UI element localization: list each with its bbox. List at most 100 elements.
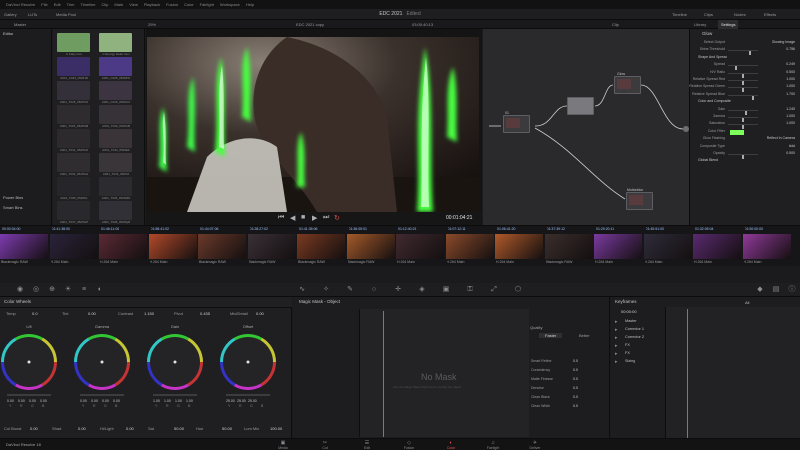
- media-thumbnail[interactable]: [99, 57, 132, 76]
- timeline-toggle[interactable]: Timeline: [672, 10, 687, 19]
- media-thumbnail[interactable]: [57, 129, 90, 148]
- timeline-clip[interactable]: [99, 234, 147, 259]
- setting-value[interactable]: Add: [789, 144, 795, 148]
- wheel-value[interactable]: 0.00: [7, 399, 14, 403]
- media-thumbnail[interactable]: [99, 81, 132, 100]
- setting-section-label[interactable]: Shape And Spread: [698, 55, 727, 59]
- setting-slider[interactable]: [728, 94, 758, 100]
- color-match-icon[interactable]: ◎: [32, 286, 40, 294]
- timeline-clip[interactable]: [396, 234, 444, 259]
- timeline-clip[interactable]: [544, 234, 593, 259]
- menu-item-6[interactable]: Mark: [114, 0, 123, 9]
- magic-mask-icon[interactable]: ◈: [418, 286, 426, 294]
- timeline-clip[interactable]: [643, 234, 692, 259]
- wheel-bottom-value[interactable]: 50.00: [174, 426, 184, 431]
- motion-effects-icon[interactable]: ◐: [96, 286, 104, 294]
- color-filter-swatch[interactable]: [730, 129, 744, 135]
- wheel-value[interactable]: 1.00: [164, 399, 171, 403]
- stop-icon[interactable]: ■: [301, 214, 305, 221]
- setting-value[interactable]: 0.249: [786, 62, 795, 66]
- setting-value[interactable]: Glowing Image: [772, 40, 795, 44]
- wheel-value[interactable]: 0.00: [102, 399, 109, 403]
- mask-finesse-value[interactable]: 0.0: [573, 404, 578, 408]
- wheel-param-value[interactable]: 0.435: [200, 311, 210, 316]
- scopes-icon[interactable]: ▤: [772, 286, 780, 294]
- timeline-clip[interactable]: [49, 234, 98, 259]
- mask-finesse-value[interactable]: 0.0: [573, 359, 578, 363]
- settings-tab[interactable]: Settings: [718, 20, 739, 29]
- wheel-puck[interactable]: [246, 360, 250, 364]
- play-reverse-icon[interactable]: ◀: [290, 214, 295, 222]
- setting-value[interactable]: 1.000: [786, 114, 795, 118]
- timeline-clip[interactable]: [742, 234, 791, 259]
- color-wheel-lift[interactable]: [0, 332, 59, 392]
- wheel-value[interactable]: 25.00: [248, 399, 257, 403]
- wheel-value[interactable]: 0.00: [18, 399, 25, 403]
- menu-item-10[interactable]: Color: [184, 0, 194, 9]
- menu-item-7[interactable]: View: [129, 0, 138, 9]
- media-thumbnail[interactable]: [57, 57, 90, 76]
- wheel-bottom-value[interactable]: 0.00: [30, 426, 38, 431]
- timeline-clip[interactable]: [297, 234, 345, 259]
- play-icon[interactable]: ▶: [312, 214, 317, 222]
- sizing-icon[interactable]: ⤢: [490, 286, 498, 294]
- track-toggle-icon[interactable]: ▸: [615, 343, 618, 349]
- wheel-bottom-value[interactable]: 100.00: [270, 426, 282, 431]
- setting-value[interactable]: 1.000: [786, 84, 795, 88]
- page-tab-media[interactable]: ▣ Media: [268, 440, 298, 450]
- page-tab-fusion[interactable]: ◇ Fusion: [394, 440, 424, 450]
- setting-slider[interactable]: [728, 50, 758, 56]
- timeline-clip[interactable]: [198, 234, 246, 259]
- setting-value[interactable]: Reflect In Camera: [767, 136, 795, 140]
- node-grey[interactable]: [567, 97, 594, 115]
- setting-value[interactable]: 1.700: [786, 92, 795, 96]
- menu-item-5[interactable]: Clip: [101, 0, 108, 9]
- menu-item-13[interactable]: Help: [246, 0, 254, 9]
- bin-editor[interactable]: Editor: [3, 31, 13, 36]
- timeline-clip[interactable]: [495, 234, 543, 259]
- media-thumbnail[interactable]: [99, 201, 132, 220]
- timeline-name[interactable]: EDC 2021 copy: [296, 20, 324, 29]
- page-tab-edit[interactable]: ☰ Edit: [352, 440, 382, 450]
- wheel-value[interactable]: 1.00: [153, 399, 160, 403]
- color-wheel-offset[interactable]: [218, 332, 278, 392]
- track-toggle-icon[interactable]: ▸: [615, 335, 618, 341]
- effects-toggle[interactable]: Effects: [764, 10, 776, 19]
- media-thumbnail[interactable]: [57, 201, 90, 220]
- setting-section-label[interactable]: Color and Composite: [698, 99, 731, 103]
- better-button[interactable]: Better: [579, 333, 590, 338]
- track-toggle-icon[interactable]: ▸: [615, 327, 618, 333]
- wheel-bottom-value[interactable]: 50.00: [222, 426, 232, 431]
- node-01[interactable]: [503, 115, 530, 133]
- timeline-clip[interactable]: [693, 234, 741, 259]
- menu-item-3[interactable]: Trim: [67, 0, 75, 9]
- media-thumbnail[interactable]: [99, 177, 132, 196]
- wheel-bottom-value[interactable]: 0.00: [78, 426, 86, 431]
- wheel-param-value[interactable]: 1.150: [144, 311, 154, 316]
- menu-item-8[interactable]: Playback: [144, 0, 160, 9]
- setting-value[interactable]: 0.756: [786, 47, 795, 51]
- timeline-clip[interactable]: [148, 234, 197, 259]
- media-thumbnail[interactable]: [57, 105, 90, 124]
- setting-slider[interactable]: [728, 87, 758, 93]
- media-thumbnail[interactable]: [99, 33, 132, 52]
- node-output[interactable]: [683, 126, 689, 132]
- skip-start-icon[interactable]: ⏮: [278, 214, 284, 222]
- mask-finesse-value[interactable]: 0.0: [573, 395, 578, 399]
- setting-slider[interactable]: [728, 117, 758, 122]
- keyframes-icon[interactable]: ◆: [756, 286, 764, 294]
- wheel-value[interactable]: 25.00: [226, 399, 235, 403]
- wheel-value[interactable]: 0.00: [113, 399, 120, 403]
- faster-button[interactable]: Faster: [539, 333, 563, 338]
- wheel-value[interactable]: 0.00: [91, 399, 98, 403]
- camera-raw-icon[interactable]: ◉: [16, 286, 24, 294]
- timeline-clip[interactable]: [594, 234, 642, 259]
- wheel-value[interactable]: 0.00: [80, 399, 87, 403]
- media-thumbnail[interactable]: [99, 129, 132, 148]
- setting-slider[interactable]: [728, 72, 758, 78]
- media-thumbnail[interactable]: [99, 153, 132, 172]
- wheel-param-value[interactable]: 0.00: [88, 311, 96, 316]
- wheel-param-value[interactable]: 0.00: [256, 311, 264, 316]
- menu-item-0[interactable]: DaVinci Resolve: [6, 0, 35, 9]
- wheel-puck[interactable]: [173, 360, 177, 364]
